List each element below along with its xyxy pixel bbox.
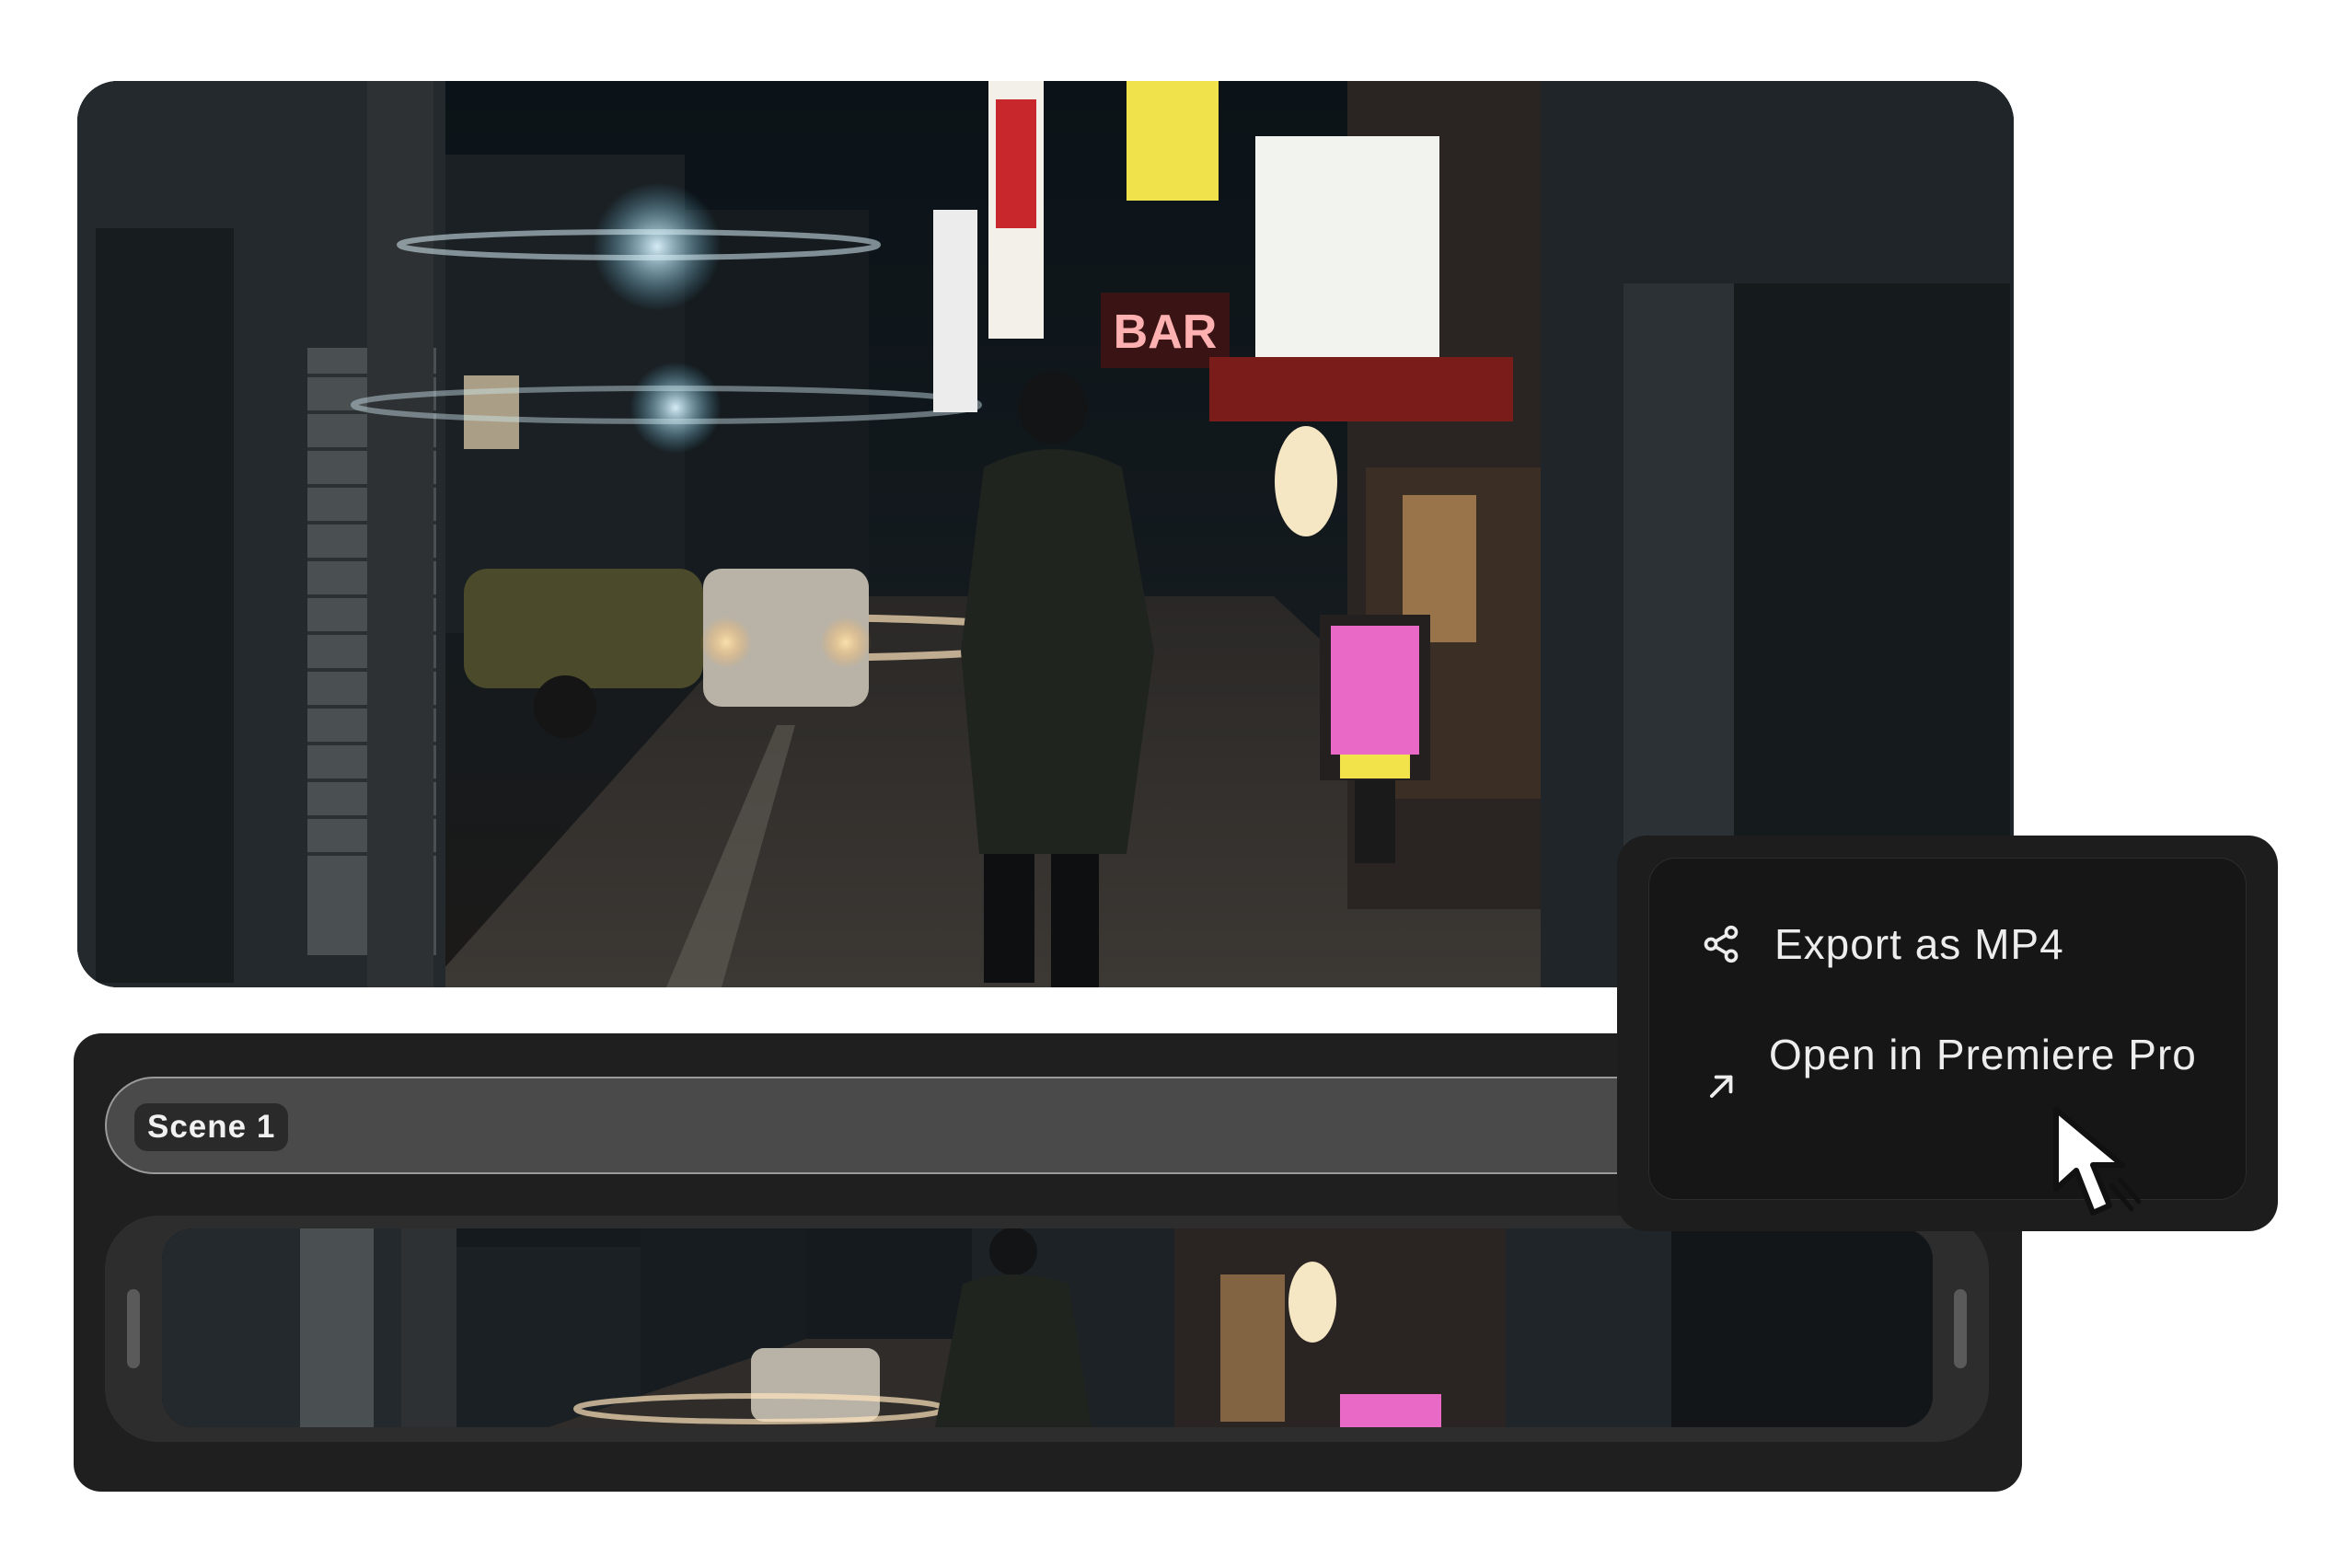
open-premiere-label: Open in Premiere Pro: [1769, 1031, 2197, 1078]
trim-handle-left[interactable]: [127, 1289, 140, 1368]
trim-handle-right[interactable]: [1954, 1289, 1967, 1368]
svg-text:BAR: BAR: [1114, 306, 1218, 359]
scene-label: Scene 1: [134, 1103, 289, 1151]
open-premiere-menu-item[interactable]: Open in Premiere Pro: [1649, 1022, 2246, 1151]
export-menu-panel: Export as MP4 Open in Premiere Pro: [1648, 858, 2247, 1200]
clip-thumbnail[interactable]: [162, 1228, 1933, 1427]
app-canvas: BAR Scene 1 Export as MP4 Open in Premie…: [0, 0, 2334, 1568]
export-mp4-label: Export as MP4: [1774, 920, 2064, 968]
export-menu: Export as MP4 Open in Premiere Pro: [1617, 836, 2278, 1231]
export-mp4-menu-item[interactable]: Export as MP4: [1649, 912, 2246, 976]
hand-pointer-icon: [2053, 1107, 2142, 1216]
clip-track[interactable]: [105, 1216, 1989, 1442]
share-icon: [1704, 925, 1739, 963]
arrow-up-right-icon: [1710, 1075, 1733, 1098]
clip-thumbnail-image: [162, 1228, 1933, 1427]
